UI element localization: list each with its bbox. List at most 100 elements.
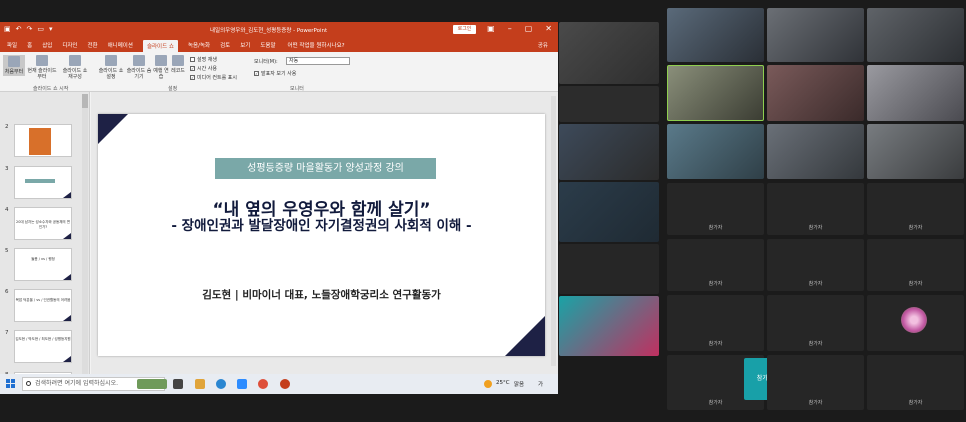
ribbon-display-icon[interactable]: ▣	[487, 24, 495, 33]
video-tile-off[interactable]: 참가자	[667, 183, 764, 235]
video-tile-off[interactable]: 참가자	[867, 183, 964, 235]
task-view-icon[interactable]	[173, 379, 183, 389]
tab-insert[interactable]: 삽입	[42, 41, 52, 49]
hide-slide-button[interactable]: 슬라이드 숨기기	[126, 55, 152, 80]
thumb-corner	[63, 192, 71, 198]
save-icon[interactable]: ▣	[4, 25, 11, 33]
video-tile-off[interactable]: 참가자	[867, 355, 964, 410]
slide-thumbnail[interactable]: 김도현 / 박도현 / 최도현 / 성평등지원	[14, 330, 72, 363]
current-slide[interactable]: 성평등증량 마을활동가 양성과정 강의 “내 옆의 우영우와 함께 살기” - …	[98, 114, 545, 356]
play-narration-checkbox[interactable]: 설명 재생	[190, 56, 217, 63]
tab-view[interactable]: 보기	[240, 41, 250, 49]
ribbon-tabs: 파일 홈 삽입 디자인 전환 애니메이션 슬라이드 쇼 녹음/녹화 검토 보기 …	[0, 38, 558, 52]
video-tile[interactable]	[667, 124, 764, 179]
redo-icon[interactable]: ↷	[27, 25, 33, 33]
video-tile-off[interactable]: 참가자	[767, 183, 864, 235]
video-tile-off[interactable]: 참가자	[767, 239, 864, 291]
monitor-select[interactable]: 자동	[286, 57, 350, 65]
thumb-text: 20대 남자는 성소수자와 공동체의 편인가?	[16, 220, 70, 229]
from-current-button[interactable]: 현재 슬라이드부터	[27, 55, 57, 80]
undo-icon[interactable]: ↶	[16, 25, 22, 33]
tab-design[interactable]: 디자인	[62, 41, 77, 49]
signin-button[interactable]: 로그인	[453, 25, 476, 34]
editor-scrollbar[interactable]	[551, 96, 556, 366]
slide-thumbnail[interactable]: 복잡 덕분을 / vs / 인권활동의 어려움	[14, 289, 72, 322]
windows-start-icon[interactable]	[6, 379, 15, 388]
video-tile-off[interactable]: 참가자	[667, 239, 764, 291]
zoom-app-icon[interactable]	[237, 379, 247, 389]
video-tile[interactable]	[559, 244, 659, 294]
thumb-corner	[63, 356, 71, 362]
slide-thumbnail[interactable]: 20대 남자는 성소수자와 공동체의 편인가?	[14, 207, 72, 240]
ribbon: 처음부터 현재 슬라이드부터 슬라이드 쇼 재구성 슬라이드 쇼 설정 슬라이드…	[0, 52, 558, 92]
powerpoint-taskbar-icon[interactable]	[280, 379, 290, 389]
rehearse-button[interactable]: 예행 연습	[153, 55, 169, 80]
tab-transitions[interactable]: 전환	[88, 41, 98, 49]
weather-text[interactable]: 맑음	[514, 380, 524, 388]
thumb-corner	[63, 233, 71, 239]
tab-home[interactable]: 홈	[27, 41, 32, 49]
video-tile[interactable]	[559, 124, 659, 180]
checkmark-icon: ✓	[190, 66, 195, 71]
chrome-icon[interactable]	[258, 379, 268, 389]
slide-thumbnail[interactable]: 돌봄 / vs / 행정	[14, 248, 72, 281]
video-tile-off[interactable]: 참가자	[767, 295, 864, 351]
video-tile-off[interactable]	[867, 295, 964, 351]
video-tile[interactable]	[867, 124, 964, 179]
rehearse-label: 예행 연습	[153, 68, 169, 80]
video-tile-off[interactable]: 참가자	[667, 295, 764, 351]
video-tile[interactable]	[559, 182, 659, 242]
slide-thumbnail[interactable]	[14, 124, 72, 157]
video-tile-off[interactable]: 참가자	[767, 355, 864, 410]
maximize-icon[interactable]: ▢	[525, 24, 533, 33]
record-button[interactable]: 레코드	[171, 55, 185, 74]
use-timings-checkbox[interactable]: ✓ 시간 사용	[190, 65, 217, 72]
video-tile[interactable]	[767, 124, 864, 179]
video-tile[interactable]	[559, 86, 659, 122]
media-controls-checkbox[interactable]: ✓ 미디어 컨트롤 표시	[190, 74, 237, 81]
edge-icon[interactable]	[216, 379, 226, 389]
weather-icon	[484, 380, 492, 388]
minimize-icon[interactable]: –	[508, 24, 512, 33]
customize-icon[interactable]: ▾	[49, 25, 53, 33]
video-tile[interactable]	[767, 65, 864, 121]
group-setup-label: 설정	[168, 86, 178, 92]
participant-name: 참가자	[808, 341, 823, 347]
file-explorer-icon[interactable]	[195, 379, 205, 389]
tab-record[interactable]: 녹음/녹화	[188, 41, 210, 49]
thumb-text: 복잡 덕분을 / vs / 인권활동의 어려움	[15, 298, 71, 302]
tab-animations[interactable]: 애니메이션	[108, 41, 133, 49]
tab-file[interactable]: 파일	[7, 41, 17, 49]
setup-show-button[interactable]: 슬라이드 쇼 설정	[96, 55, 126, 80]
tab-slideshow[interactable]: 슬라이드 쇼	[142, 40, 178, 52]
tab-review[interactable]: 검토	[220, 41, 230, 49]
close-icon[interactable]: ✕	[545, 24, 552, 33]
active-speaker-tile[interactable]	[667, 65, 764, 121]
video-tile[interactable]	[867, 65, 964, 121]
tell-me-input[interactable]: 어떤 작업을 원하시나요?	[288, 41, 345, 49]
share-button[interactable]: 공유	[538, 41, 548, 49]
search-icon	[26, 381, 31, 386]
thumbnail-scrollbar[interactable]	[82, 94, 88, 384]
slide-thumbnail-pane: 2 3 4 20대 남자는 성소수자와 공동체의 편인가? 5 돌봄 / vs …	[0, 92, 90, 388]
participant-name: 참가자	[908, 225, 923, 231]
tab-help[interactable]: 도움말	[260, 41, 275, 49]
video-tile[interactable]	[559, 22, 659, 84]
thumb-text: 돌봄 / vs / 행정	[31, 257, 55, 261]
video-tile[interactable]	[767, 8, 864, 62]
temperature[interactable]: 25°C	[496, 380, 510, 386]
video-tile[interactable]	[867, 8, 964, 62]
video-tile-off[interactable]: 참가자	[867, 239, 964, 291]
video-tile[interactable]	[667, 8, 764, 62]
from-beginning-button[interactable]: 처음부터	[3, 55, 25, 76]
present-icon[interactable]: ▭	[37, 25, 44, 33]
presenter-view-checkbox[interactable]: ✓ 발표자 보기 사용	[254, 70, 296, 77]
slide-thumbnail[interactable]	[14, 166, 72, 199]
custom-show-button[interactable]: 슬라이드 쇼 재구성	[60, 55, 90, 80]
scroll-thumb[interactable]	[82, 94, 88, 108]
monitor-label: 모니터(M):	[254, 59, 278, 65]
participant-name: 참가자	[908, 400, 923, 406]
search-highlight-image[interactable]	[137, 379, 167, 389]
video-tile[interactable]	[559, 296, 659, 356]
ime-indicator[interactable]: 가	[538, 380, 543, 388]
